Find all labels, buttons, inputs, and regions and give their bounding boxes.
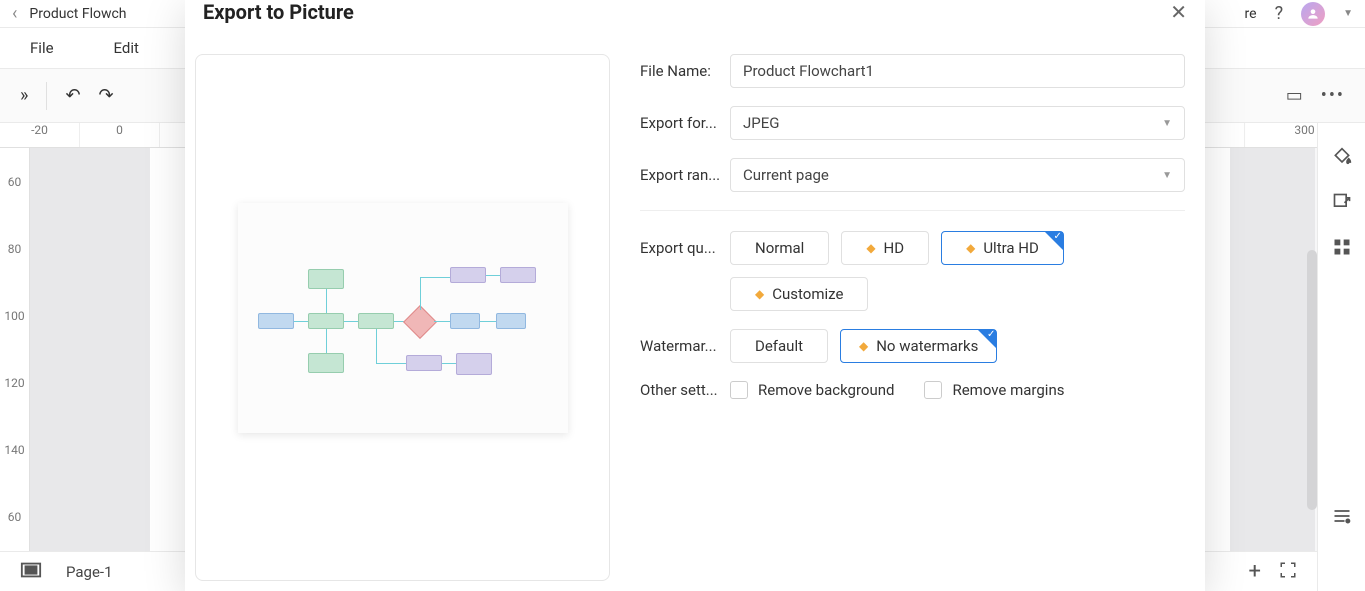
export-modal: Export to Picture ✕ (185, 0, 1205, 591)
file-name-label: File Name: (640, 62, 730, 80)
add-page-icon[interactable]: + (1249, 559, 1261, 584)
redo-icon[interactable]: ↷ (99, 85, 114, 106)
watermark-none-button[interactable]: ◆ No watermarks ✓ (840, 329, 997, 363)
fill-icon[interactable] (1332, 147, 1352, 172)
check-icon: ✓ (987, 329, 995, 340)
diamond-icon: ◆ (866, 241, 875, 255)
remove-background-checkbox[interactable]: Remove background (730, 381, 894, 399)
quality-hd-button[interactable]: ◆ HD (841, 231, 929, 265)
export-format-label: Export for... (640, 114, 730, 132)
chevron-down-icon: ▼ (1162, 118, 1172, 129)
export-range-label: Export ran... (640, 166, 730, 184)
file-name-input[interactable] (730, 54, 1185, 88)
diamond-icon: ◆ (966, 241, 975, 255)
share-label-partial: re (1245, 6, 1257, 22)
diamond-icon: ◆ (755, 287, 764, 301)
undo-icon[interactable]: ↶ (65, 85, 80, 106)
export-icon[interactable] (1332, 192, 1352, 217)
export-quality-label: Export qu... (640, 231, 730, 257)
expand-icon[interactable]: » (20, 85, 28, 106)
quality-ultra-hd-button[interactable]: ◆ Ultra HD ✓ (941, 231, 1064, 265)
export-range-select[interactable]: Current page ▼ (730, 158, 1185, 192)
scrollbar-vertical[interactable] (1307, 250, 1317, 510)
preview-thumbnail (238, 203, 568, 433)
avatar[interactable] (1301, 2, 1325, 26)
pages-icon[interactable] (20, 561, 42, 583)
close-icon[interactable]: ✕ (1170, 0, 1187, 24)
layout-icon[interactable]: ▭ (1286, 85, 1303, 106)
fullscreen-icon[interactable] (1279, 561, 1297, 583)
menu-file[interactable]: File (30, 39, 54, 57)
remove-margins-checkbox[interactable]: Remove margins (924, 381, 1064, 399)
avatar-caret-icon[interactable]: ▼ (1343, 8, 1353, 19)
more-icon[interactable]: ••• (1321, 85, 1345, 106)
back-icon[interactable]: ‹ (12, 3, 17, 24)
preview-panel (195, 54, 610, 581)
export-format-value: JPEG (743, 114, 779, 132)
page-label[interactable]: Page-1 (66, 563, 113, 581)
watermark-default-button[interactable]: Default (730, 329, 828, 363)
quality-customize-button[interactable]: ◆ Customize (730, 277, 868, 311)
document-title: Product Flowch (29, 6, 126, 22)
check-icon: ✓ (1053, 231, 1061, 242)
chevron-down-icon: ▼ (1162, 170, 1172, 181)
modal-title: Export to Picture (203, 0, 354, 24)
ruler-vertical: 60 80 100 120 140 60 (0, 148, 30, 551)
export-format-select[interactable]: JPEG ▼ (730, 106, 1185, 140)
other-settings-label: Other sett... (640, 381, 730, 399)
menu-edit[interactable]: Edit (114, 39, 139, 57)
watermark-label: Watermar... (640, 337, 730, 355)
diamond-icon: ◆ (859, 339, 868, 353)
help-icon[interactable]: ? (1275, 3, 1284, 24)
quality-normal-button[interactable]: Normal (730, 231, 829, 265)
export-range-value: Current page (743, 166, 829, 184)
apps-icon[interactable] (1332, 237, 1352, 262)
settings-list-icon[interactable] (1332, 506, 1352, 531)
